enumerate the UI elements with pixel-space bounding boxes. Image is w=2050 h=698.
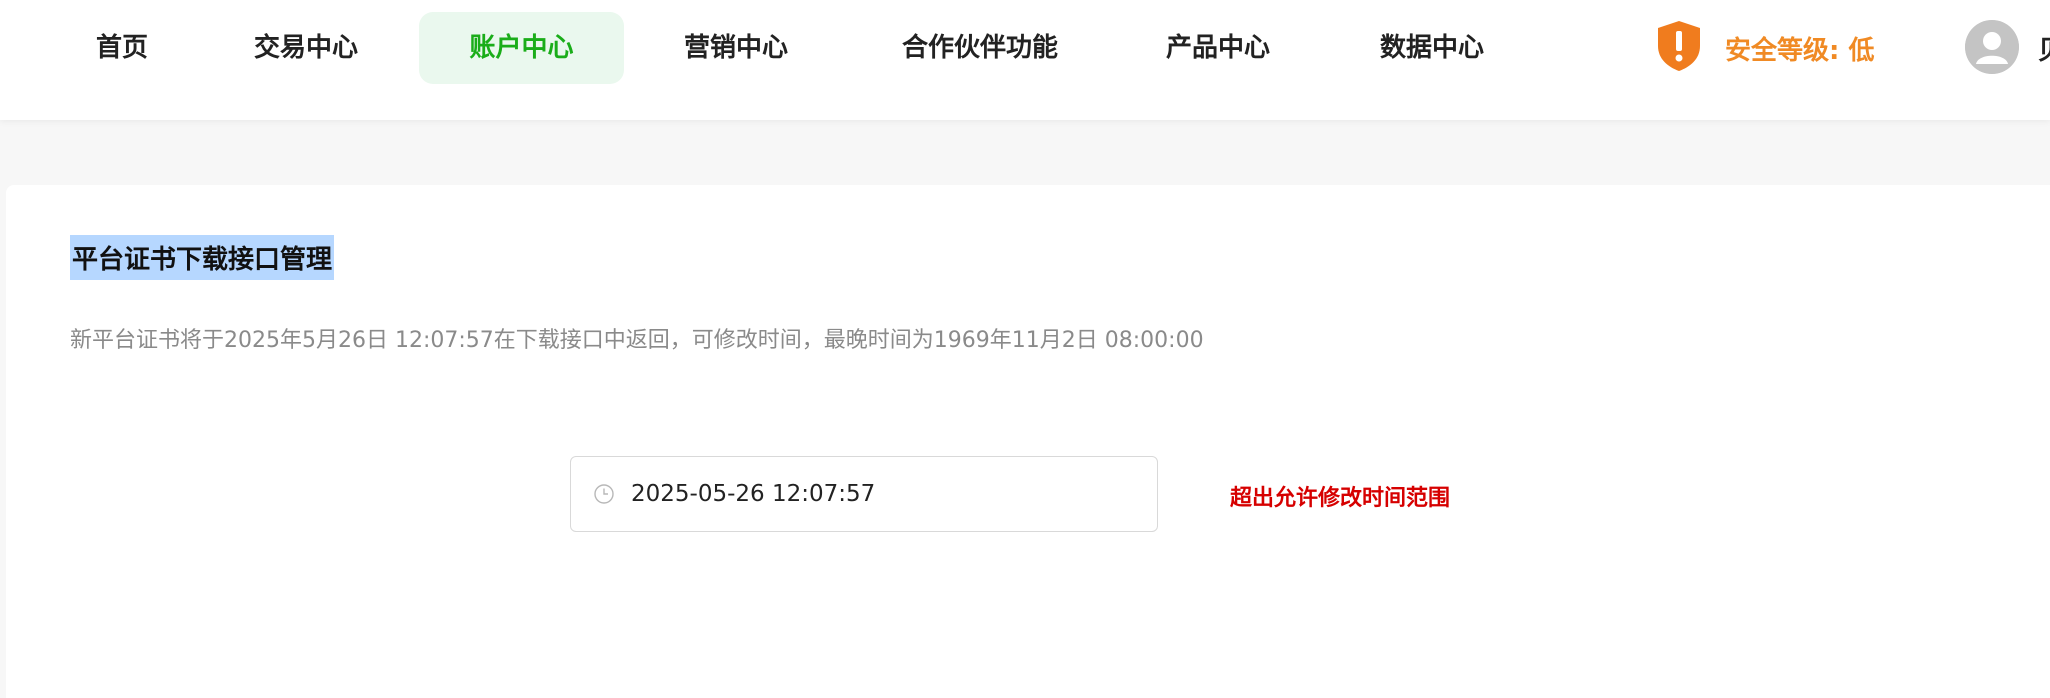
datetime-value: 2025-05-26 12:07:57 bbox=[631, 481, 876, 507]
nav-item-account-center[interactable]: 账户中心 bbox=[419, 12, 624, 84]
nav-item-trade-center[interactable]: 交易中心 bbox=[234, 12, 378, 84]
validation-error-message: 超出允许修改时间范围 bbox=[1230, 486, 1451, 511]
clock-icon bbox=[593, 483, 615, 505]
security-level[interactable]: 安全等级: 低 bbox=[1655, 20, 1874, 76]
page-description: 新平台证书将于2025年5月26日 12:07:57在下载接口中返回，可修改时间… bbox=[70, 328, 1204, 353]
shield-warning-icon bbox=[1655, 19, 1703, 77]
page-title: 平台证书下载接口管理 bbox=[70, 235, 335, 280]
top-navigation-bar: 首页 交易中心 账户中心 营销中心 合作伙伴功能 产品中心 数据中心 安全等级:… bbox=[0, 0, 2050, 120]
nav-item-marketing-center[interactable]: 营销中心 bbox=[664, 12, 808, 84]
nav-item-data-center[interactable]: 数据中心 bbox=[1362, 12, 1502, 84]
content-card: 平台证书下载接口管理 新平台证书将于2025年5月26日 12:07:57在下载… bbox=[6, 185, 2050, 698]
security-level-label: 安全等级: 低 bbox=[1725, 35, 1875, 66]
nav-item-product-center[interactable]: 产品中心 bbox=[1148, 12, 1288, 84]
nav-item-home[interactable]: 首页 bbox=[72, 12, 172, 84]
datetime-picker-input[interactable]: 2025-05-26 12:07:57 bbox=[570, 456, 1158, 532]
user-name[interactable]: 贝 bbox=[2038, 30, 2050, 67]
user-avatar-icon[interactable] bbox=[1965, 20, 2019, 74]
nav-item-partner-functions[interactable]: 合作伙伴功能 bbox=[880, 12, 1080, 84]
